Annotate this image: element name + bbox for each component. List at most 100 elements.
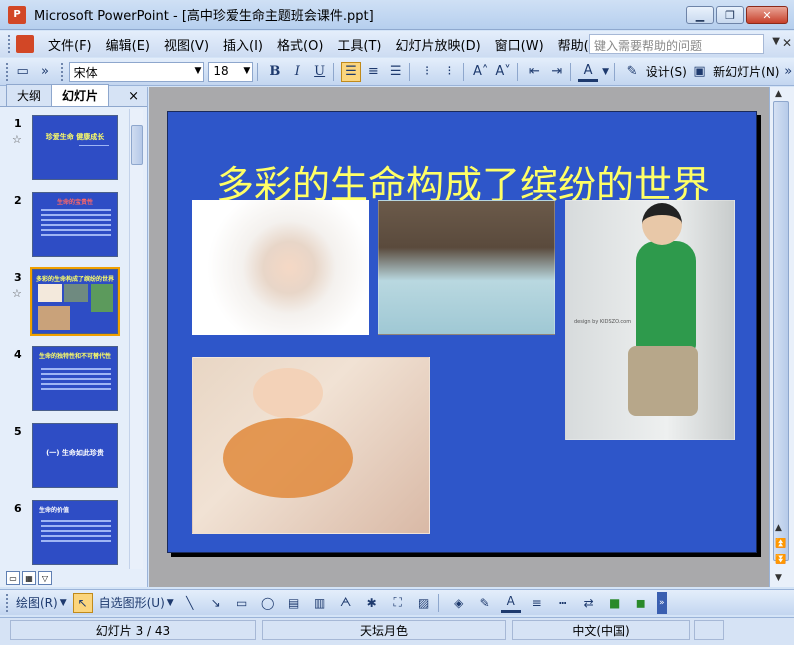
slide-thumbnail-selected[interactable]: 多彩的生命构成了缤纷的世界	[30, 267, 120, 336]
thumbnail-scrollbar[interactable]	[129, 109, 143, 569]
next-slide-icon[interactable]: ⏬	[775, 555, 786, 565]
slide-thumbnail[interactable]: 生命的价值	[32, 500, 118, 565]
sorter-view-icon[interactable]: ▦	[22, 571, 36, 585]
font-color-icon[interactable]: A	[578, 62, 598, 82]
oval-icon[interactable]: ◯	[258, 593, 278, 613]
bold-button[interactable]: B	[265, 62, 284, 82]
slide-thumbnail[interactable]: (一) 生命如此珍贵	[32, 423, 118, 488]
menu-format[interactable]: 格式(O)	[277, 35, 323, 54]
list-item[interactable]: 5 (一) 生命如此珍贵	[0, 423, 130, 493]
diagram-icon[interactable]: ✱	[362, 593, 382, 613]
chevron-down-icon[interactable]: ▼	[601, 62, 611, 82]
line-color-icon[interactable]: ✎	[475, 593, 495, 613]
baby-photo[interactable]	[192, 200, 369, 335]
toolbar-options-icon[interactable]: »	[656, 591, 667, 614]
scroll-up-icon[interactable]: ▲	[775, 89, 782, 99]
3d-style-icon[interactable]: ◼	[631, 593, 651, 613]
arrow-style-icon[interactable]: ⇄	[579, 593, 599, 613]
slideshow-view-icon[interactable]: ▽	[38, 571, 52, 585]
chevron-down-icon[interactable]: ▼	[194, 66, 201, 76]
new-slide-button[interactable]: 新幻灯片(N)	[713, 63, 779, 80]
font-color-icon[interactable]: A	[500, 593, 521, 613]
child-with-cat-photo[interactable]	[192, 357, 430, 534]
toolbar-grip-icon[interactable]	[6, 62, 10, 81]
restore-button[interactable]: ❐	[716, 6, 744, 24]
font-name-select[interactable]: 宋体 ▼	[68, 61, 205, 82]
menu-window[interactable]: 窗口(W)	[495, 35, 544, 54]
slide-thumbnail[interactable]: 生命的独特性和不可替代性	[32, 346, 118, 411]
shadow-icon[interactable]: ■	[605, 593, 625, 613]
previous-slide-icon[interactable]: ⏫	[775, 539, 786, 549]
panel-close-icon[interactable]: ×	[128, 89, 139, 106]
dash-style-icon[interactable]: ┅	[553, 593, 573, 613]
scrollbar-thumb[interactable]	[131, 125, 143, 165]
italic-button[interactable]: I	[288, 62, 307, 82]
wordart-icon[interactable]: ᗅ	[336, 593, 356, 613]
decrease-font-icon[interactable]: A˅	[493, 62, 512, 82]
font-size-select[interactable]: 18 ▼	[208, 61, 254, 82]
toolbar-options-icon[interactable]: »	[35, 62, 54, 82]
new-document-icon[interactable]: ▭	[13, 62, 32, 82]
chevron-down-icon[interactable]: ▼	[167, 593, 174, 613]
numbered-list-icon[interactable]: ⁝	[417, 62, 436, 82]
help-search-input[interactable]: 键入需要帮助的问题	[589, 34, 764, 54]
normal-view-icon[interactable]: ▭	[6, 571, 20, 585]
fill-color-icon[interactable]: ◈	[449, 593, 469, 613]
clipart-icon[interactable]: ⛶	[388, 593, 408, 613]
list-item[interactable]: 1 ☆ 珍爱生命 健康成长	[0, 115, 130, 185]
close-button[interactable]: ✕	[746, 6, 788, 24]
align-left-icon[interactable]: ☰	[341, 61, 361, 82]
menu-view[interactable]: 视图(V)	[164, 35, 209, 54]
menu-slideshow[interactable]: 幻灯片放映(D)	[396, 35, 481, 54]
boy-photo[interactable]: design by KIDSZO.com	[565, 200, 735, 440]
new-slide-icon[interactable]: ▣	[690, 62, 709, 82]
list-item[interactable]: 2 生命的宝贵性	[0, 192, 130, 262]
design-button[interactable]: 设计(S)	[646, 63, 687, 80]
increase-indent-icon[interactable]: ⇥	[547, 62, 566, 82]
decrease-indent-icon[interactable]: ⇤	[525, 62, 544, 82]
list-item[interactable]: 4 生命的独特性和不可替代性	[0, 346, 130, 416]
minimize-button[interactable]: ▁	[686, 6, 714, 24]
menu-insert[interactable]: 插入(I)	[223, 35, 263, 54]
autoshapes-button[interactable]: 自选图形(U)	[99, 593, 165, 613]
scroll-up-icon[interactable]: ▲	[775, 523, 782, 533]
current-slide[interactable]: 多彩的生命构成了缤纷的世界 design by KIDSZO.com	[167, 111, 757, 553]
tab-outline[interactable]: 大纲	[6, 84, 53, 106]
textbox-icon[interactable]: ▤	[284, 593, 304, 613]
toolbar-options-icon[interactable]: »	[782, 62, 794, 82]
scroll-down-icon[interactable]: ▼	[775, 573, 782, 583]
doc-close-icon[interactable]: ✕	[782, 36, 792, 50]
design-icon[interactable]: ✎	[622, 62, 641, 82]
toolbar-grip-icon[interactable]	[6, 593, 10, 612]
tab-slides[interactable]: 幻灯片	[51, 84, 110, 106]
menu-tools[interactable]: 工具(T)	[337, 35, 381, 54]
draw-menu-button[interactable]: 绘图(R)	[16, 593, 58, 613]
line-icon[interactable]: ╲	[180, 593, 200, 613]
line-style-icon[interactable]: ≡	[527, 593, 547, 613]
align-right-icon[interactable]: ☰	[386, 62, 405, 82]
chevron-down-icon[interactable]: ▼	[60, 593, 67, 613]
chevron-down-icon[interactable]: ▼	[243, 66, 250, 76]
list-item[interactable]: 6 生命的价值	[0, 500, 130, 570]
menu-file[interactable]: 文件(F)	[48, 35, 92, 54]
twins-photo[interactable]	[378, 200, 555, 335]
chevron-down-icon[interactable]: ▼	[772, 36, 780, 47]
slide-scrollbar[interactable]: ▲ ▲ ⏫ ⏬ ▼	[769, 87, 794, 587]
arrow-icon[interactable]: ↘	[206, 593, 226, 613]
powerpoint-app-icon[interactable]: P	[8, 5, 26, 24]
slide-thumbnail[interactable]: 珍爱生命 健康成长	[32, 115, 118, 180]
rectangle-icon[interactable]: ▭	[232, 593, 252, 613]
picture-icon[interactable]: ▨	[414, 593, 434, 613]
underline-button[interactable]: U	[310, 62, 329, 82]
menu-grip-icon[interactable]	[8, 35, 12, 53]
list-item[interactable]: 3 ☆ 多彩的生命构成了缤纷的世界	[0, 267, 130, 339]
bullet-list-icon[interactable]: ⁝	[440, 62, 459, 82]
document-icon[interactable]	[16, 35, 34, 53]
select-pointer-icon[interactable]: ↖	[72, 592, 93, 613]
vertical-textbox-icon[interactable]: ▥	[310, 593, 330, 613]
toolbar-grip-icon-2[interactable]	[60, 62, 65, 81]
increase-font-icon[interactable]: A˄	[471, 62, 490, 82]
scrollbar-thumb[interactable]	[773, 101, 789, 561]
menu-edit[interactable]: 编辑(E)	[106, 35, 150, 54]
align-center-icon[interactable]: ≡	[364, 62, 383, 82]
